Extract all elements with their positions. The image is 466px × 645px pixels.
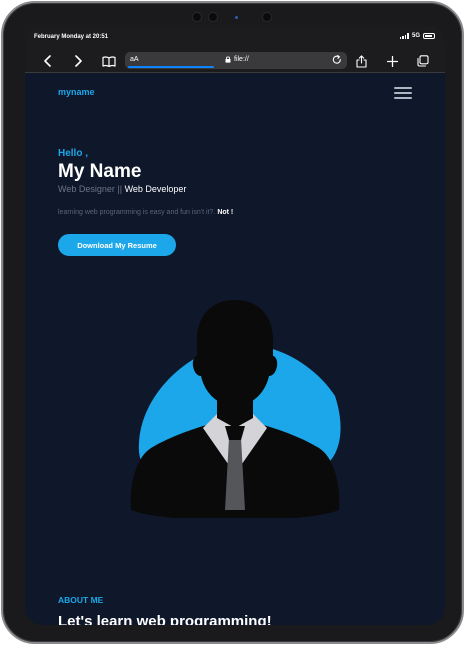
signal-icon <box>399 33 409 39</box>
camera-indicator-icon <box>235 16 238 19</box>
address-bar[interactable]: aA file:// <box>125 52 347 69</box>
reload-icon <box>332 55 341 64</box>
status-indicators: 5G <box>399 33 435 39</box>
tagline-text: learning web programming is easy and fun… <box>58 209 216 216</box>
role-secondary: Web Developer <box>124 184 187 194</box>
hero-greeting: Hello , <box>58 148 89 159</box>
text-size-button[interactable]: aA <box>130 56 139 63</box>
brand-logo[interactable]: myname <box>58 87 95 97</box>
new-tab-button[interactable] <box>384 53 400 69</box>
about-section-label: ABOUT ME <box>58 595 104 605</box>
share-button[interactable] <box>353 53 369 69</box>
tablet-frame: February Monday at 20:51 5G aA file:// m… <box>1 1 464 644</box>
camera-housing <box>193 10 283 24</box>
camera-icon <box>263 13 271 21</box>
battery-icon <box>423 33 435 39</box>
screen: February Monday at 20:51 5G aA file:// m… <box>25 25 445 625</box>
tagline-emphasis: Not ! <box>217 209 234 216</box>
plus-icon <box>386 55 398 67</box>
web-page: myname Hello , My Name Web Designer || W… <box>25 74 445 625</box>
url-text: file:// <box>234 56 249 63</box>
about-section-heading: Let's learn web programming! <box>58 613 272 625</box>
status-bar: February Monday at 20:51 5G <box>25 25 445 49</box>
reload-button[interactable] <box>332 55 342 67</box>
book-icon <box>102 55 116 67</box>
tabs-button[interactable] <box>415 53 431 69</box>
profile-avatar-illustration <box>130 300 341 518</box>
browser-toolbar: aA file:// <box>25 49 445 73</box>
forward-button[interactable] <box>70 53 86 69</box>
status-time: February Monday at 20:51 <box>34 34 109 40</box>
hero-roles: Web Designer || Web Developer <box>58 184 186 194</box>
hero-tagline: learning web programming is easy and fun… <box>58 209 233 216</box>
bookmarks-button[interactable] <box>101 53 117 69</box>
network-type: 5G <box>411 33 420 39</box>
tabs-icon <box>417 55 429 67</box>
camera-icon <box>193 13 201 21</box>
back-button[interactable] <box>39 53 55 69</box>
download-resume-button[interactable]: Download My Resume <box>58 234 176 256</box>
lock-icon <box>225 56 231 63</box>
load-progress-bar <box>128 66 214 68</box>
chevron-left-icon <box>43 55 51 67</box>
role-primary: Web Designer <box>58 184 115 194</box>
share-icon <box>355 54 367 68</box>
hero-name: My Name <box>58 161 142 182</box>
chevron-right-icon <box>74 55 82 67</box>
hamburger-menu-icon[interactable] <box>394 86 412 100</box>
url-display[interactable]: file:// <box>225 56 249 63</box>
camera-icon <box>209 13 217 21</box>
role-separator: || <box>114 184 125 194</box>
